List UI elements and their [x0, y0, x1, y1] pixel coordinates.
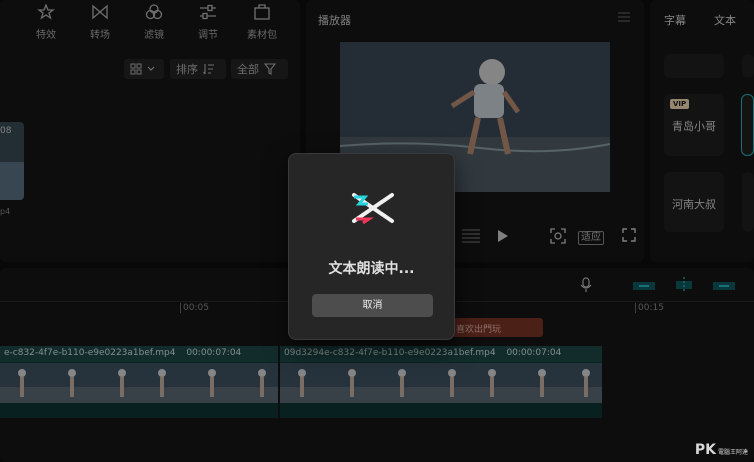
dialog-message: 文本朗读中... — [328, 261, 415, 277]
app-logo-icon — [352, 193, 394, 225]
watermark-small: 電腦王阿達 — [717, 449, 748, 456]
watermark: PK 電腦王阿達 — [695, 442, 748, 458]
watermark-main: PK — [694, 442, 716, 458]
reading-dialog: 文本朗读中... 取消 — [288, 153, 455, 340]
cancel-button[interactable]: 取消 — [312, 294, 433, 317]
